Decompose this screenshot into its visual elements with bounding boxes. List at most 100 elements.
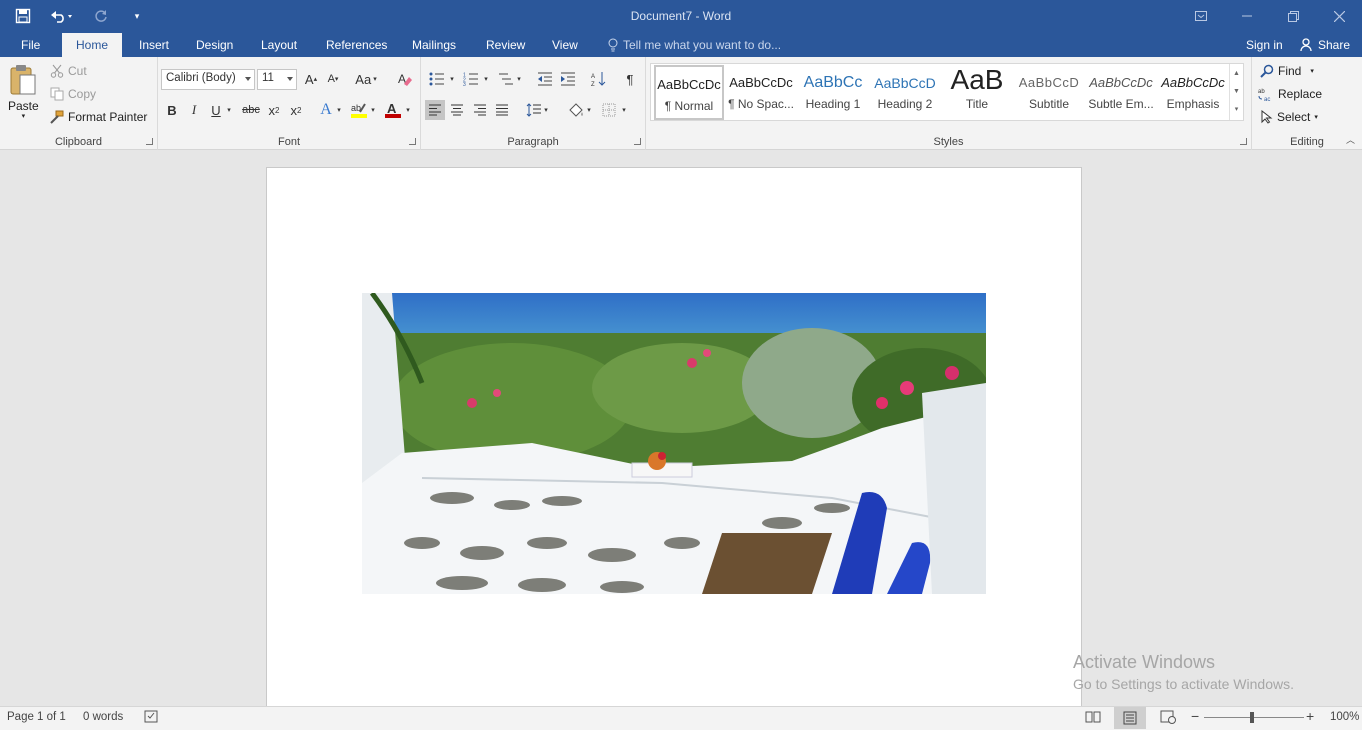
proofing-icon[interactable] [144, 710, 158, 727]
style-name: ¶ Normal [664, 99, 714, 113]
shading-dropdown-icon[interactable]: ▾ [584, 100, 594, 120]
style-preview: AaBbCcD [874, 75, 936, 91]
justify-icon[interactable] [492, 100, 512, 120]
zoom-out-icon[interactable]: − [1191, 708, 1199, 724]
borders-icon[interactable] [599, 100, 619, 120]
shading-icon[interactable] [566, 100, 586, 120]
replace-button[interactable]: ab ac Replace [1258, 87, 1322, 101]
decrease-indent-icon[interactable] [535, 69, 555, 89]
close-icon[interactable] [1316, 0, 1362, 32]
lightbulb-icon [608, 38, 618, 52]
tab-file[interactable]: File [19, 33, 42, 57]
minimize-icon[interactable] [1224, 0, 1270, 32]
multilevel-list-icon[interactable] [496, 69, 516, 89]
style-heading-1[interactable]: AaBbCc Heading 1 [798, 65, 868, 120]
inserted-photo[interactable] [362, 293, 986, 594]
change-case-icon[interactable]: Aa ▾ [352, 69, 380, 89]
highlight-dropdown-icon[interactable]: ▾ [368, 100, 378, 120]
zoom-level[interactable]: 100% [1330, 711, 1359, 723]
bold-icon[interactable]: B [162, 100, 182, 120]
style-normal[interactable]: AaBbCcDc ¶ Normal [654, 65, 724, 120]
clear-formatting-icon[interactable]: A [395, 69, 415, 89]
font-name-value: Calibri (Body) [166, 72, 236, 84]
align-right-icon[interactable] [470, 100, 490, 120]
scissors-icon [50, 64, 64, 78]
numbering-dropdown-icon[interactable]: ▾ [481, 69, 491, 89]
style-emphasis[interactable]: AaBbCcDc Emphasis [1158, 65, 1228, 120]
web-layout-icon[interactable] [1160, 710, 1176, 727]
font-name-combo[interactable]: Calibri (Body) [161, 69, 255, 90]
window-title: Document7 - Word [630, 9, 732, 23]
page-count[interactable]: Page 1 of 1 [7, 711, 66, 723]
tab-view[interactable]: View [550, 33, 580, 57]
superscript-icon[interactable]: x2 [286, 100, 306, 120]
strikethrough-icon[interactable]: abc [241, 100, 261, 120]
text-effects-icon[interactable]: A [316, 100, 336, 120]
multilevel-dropdown-icon[interactable]: ▾ [514, 69, 524, 89]
watermark-line-2: Go to Settings to activate Windows. [1073, 676, 1294, 692]
font-color-icon[interactable]: A [383, 100, 403, 120]
find-button[interactable]: Find ▾ [1260, 64, 1314, 78]
numbering-icon[interactable]: 123 [461, 69, 481, 89]
ribbon-display-options-icon[interactable] [1178, 0, 1224, 32]
clipboard-dialog-launcher-icon[interactable] [146, 138, 153, 145]
bullets-dropdown-icon[interactable]: ▾ [447, 69, 457, 89]
align-center-icon[interactable] [447, 100, 467, 120]
sign-in-link[interactable]: Sign in [1244, 33, 1285, 57]
select-dropdown-icon: ▾ [1314, 114, 1318, 121]
cursor-arrow-icon [1261, 110, 1273, 124]
restore-icon[interactable] [1270, 0, 1316, 32]
tab-insert[interactable]: Insert [137, 33, 171, 57]
sort-icon[interactable]: AZ [589, 69, 609, 89]
style-title[interactable]: AaB Title [942, 65, 1012, 120]
select-button[interactable]: Select ▾ [1261, 110, 1318, 124]
zoom-slider-thumb[interactable] [1250, 712, 1254, 723]
show-formatting-marks-icon[interactable]: ¶ [620, 69, 640, 89]
grow-font-icon[interactable]: A ▴ [301, 69, 321, 89]
shrink-font-icon[interactable]: A ▾ [323, 69, 343, 89]
style-subtitle[interactable]: AaBbCcD Subtitle [1014, 65, 1084, 120]
font-group: Calibri (Body) 11 A ▴ A ▾ Aa ▾ A B I U ▾ ab… [158, 57, 421, 150]
style-subtle-emphasis[interactable]: AaBbCcDc Subtle Em... [1086, 65, 1156, 120]
share-button[interactable]: Share [1298, 33, 1352, 57]
tab-references[interactable]: References [324, 33, 389, 57]
tab-review[interactable]: Review [484, 33, 527, 57]
tab-home[interactable]: Home [62, 33, 123, 57]
font-color-dropdown-icon[interactable]: ▾ [403, 100, 413, 120]
borders-dropdown-icon[interactable]: ▾ [619, 100, 629, 120]
copy-button[interactable]: Copy [50, 87, 96, 101]
chevron-down-icon[interactable]: ▼ [1230, 82, 1243, 100]
collapse-ribbon-icon[interactable]: ︿ [1346, 133, 1355, 146]
style-no-spacing[interactable]: AaBbCcDc ¶ No Spac... [726, 65, 796, 120]
tab-design[interactable]: Design [194, 33, 235, 57]
chevron-up-icon[interactable]: ▲ [1230, 64, 1243, 82]
underline-dropdown-icon[interactable]: ▾ [224, 100, 234, 120]
line-spacing-dropdown-icon[interactable]: ▾ [541, 100, 551, 120]
tell-me-box[interactable]: Tell me what you want to do... [606, 33, 783, 57]
tab-layout[interactable]: Layout [259, 33, 299, 57]
underline-icon[interactable]: U [206, 100, 226, 120]
styles-dialog-launcher-icon[interactable] [1240, 138, 1247, 145]
gallery-more-icon[interactable]: ▾ [1230, 100, 1243, 118]
align-left-icon[interactable] [425, 100, 445, 120]
format-painter-button[interactable]: Format Painter [50, 110, 147, 124]
italic-icon[interactable]: I [184, 100, 204, 120]
title-bar: ▾ Document7 - Word [0, 0, 1362, 33]
zoom-in-icon[interactable]: + [1306, 708, 1314, 724]
font-dialog-launcher-icon[interactable] [409, 138, 416, 145]
text-effects-dropdown-icon[interactable]: ▾ [334, 100, 344, 120]
bullets-icon[interactable] [427, 69, 447, 89]
paragraph-dialog-launcher-icon[interactable] [634, 138, 641, 145]
subscript-icon[interactable]: x2 [264, 100, 284, 120]
font-size-combo[interactable]: 11 [257, 69, 297, 90]
print-layout-icon[interactable] [1114, 707, 1146, 729]
word-count[interactable]: 0 words [83, 711, 123, 723]
style-heading-2[interactable]: AaBbCcD Heading 2 [870, 65, 940, 120]
zoom-slider[interactable] [1204, 717, 1304, 718]
read-mode-icon[interactable] [1085, 710, 1101, 727]
cut-button[interactable]: Cut [50, 64, 87, 78]
highlight-color-icon[interactable]: ab [349, 100, 369, 120]
paste-button[interactable]: Paste ▾ [8, 63, 39, 120]
tab-mailings[interactable]: Mailings [410, 33, 458, 57]
increase-indent-icon[interactable] [558, 69, 578, 89]
